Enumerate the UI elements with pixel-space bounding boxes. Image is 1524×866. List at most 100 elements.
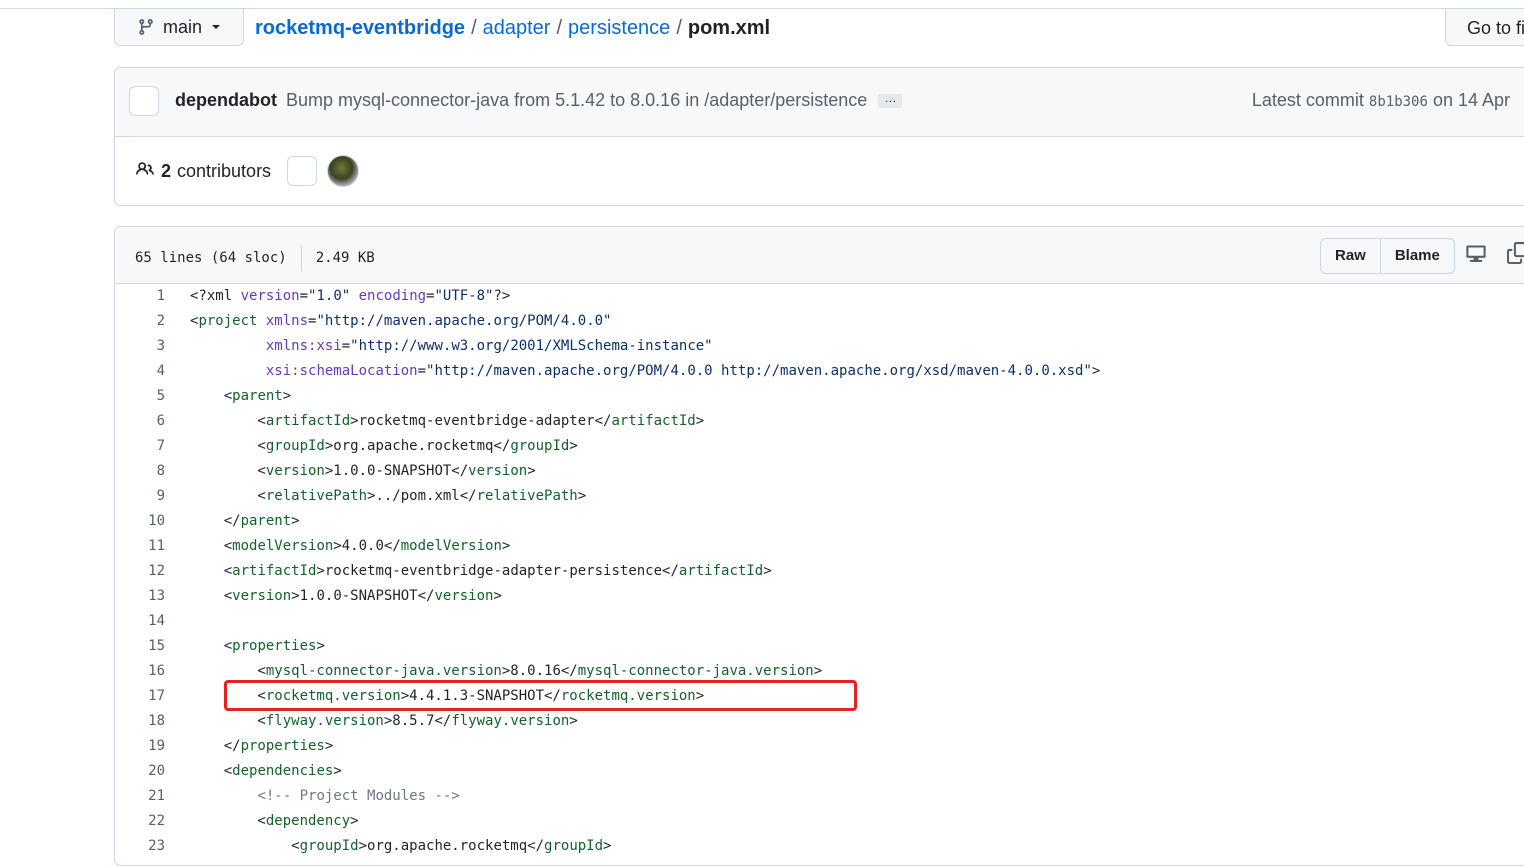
code-line: 12 <artifactId>rocketmq-eventbridge-adap…: [115, 559, 1524, 584]
line-number[interactable]: 5: [115, 384, 165, 409]
code-text: <groupId>org.apache.rocketmq</groupId>: [190, 838, 612, 854]
breadcrumb-separator: /: [676, 17, 682, 39]
code-text: </properties>: [190, 738, 334, 754]
code-text: xsi:schemaLocation="http://maven.apache.…: [257, 363, 1101, 379]
line-number[interactable]: 7: [115, 434, 165, 459]
contributor-avatar[interactable]: [287, 156, 317, 186]
latest-commit-label: Latest commit: [1251, 90, 1364, 110]
line-number[interactable]: 21: [115, 784, 165, 809]
code-line: 8 <version>1.0.0-SNAPSHOT</version>: [115, 459, 1524, 484]
code-text: <version>1.0.0-SNAPSHOT</version>: [190, 588, 502, 604]
contributors-count: 2: [161, 161, 172, 181]
line-number[interactable]: 12: [115, 559, 165, 584]
code-text: <dependencies>: [190, 763, 342, 779]
commit-box: dependabot Bump mysql-connector-java fro…: [114, 67, 1524, 206]
code-text: <artifactId>rocketmq-eventbridge-adapter…: [190, 563, 772, 579]
code-text: <flyway.version>8.5.7</flyway.version>: [190, 713, 578, 729]
line-number[interactable]: 2: [115, 309, 165, 334]
code-line: 14: [115, 609, 1524, 634]
contributors-link[interactable]: 2 contributors: [135, 160, 271, 183]
breadcrumb-separator: /: [556, 17, 563, 39]
code-line: 10 </parent>: [115, 509, 1524, 534]
line-number[interactable]: 16: [115, 659, 165, 684]
file-size: 2.49 KB: [315, 250, 375, 266]
latest-commit-info: Latest commit 8b1b306 on 14 Apr: [1252, 90, 1510, 111]
raw-button[interactable]: Raw: [1321, 239, 1380, 273]
code-text: <project xmlns="http://maven.apache.org/…: [190, 313, 612, 329]
code-line: 1 <?xml version="1.0" encoding="UTF-8"?>: [115, 284, 1524, 309]
display-icon[interactable]: [1465, 242, 1489, 266]
code-text: <artifactId>rocketmq-eventbridge-adapter…: [190, 413, 705, 429]
code-line: 9 <relativePath>../pom.xml</relativePath…: [115, 484, 1524, 509]
author-avatar[interactable]: [129, 86, 159, 116]
code-view: 1 <?xml version="1.0" encoding="UTF-8"?> 2…: [115, 284, 1524, 859]
commit-date: on 14 Apr: [1432, 90, 1510, 110]
code-line: 11 <modelVersion>4.0.0</modelVersion>: [115, 534, 1524, 559]
code-text: xmlns:xsi="http://www.w3.org/2001/XMLSch…: [257, 338, 713, 354]
code-line: 17 <rocketmq.version>4.4.1.3-SNAPSHOT</r…: [115, 684, 1524, 709]
code-text: </parent>: [190, 513, 300, 529]
code-text: <parent>: [190, 388, 292, 404]
code-text: <rocketmq.version>4.4.1.3-SNAPSHOT</rock…: [190, 688, 705, 704]
code-text: <modelVersion>4.0.0</modelVersion>: [190, 538, 511, 554]
code-line: 18 <flyway.version>8.5.7</flyway.version…: [115, 709, 1524, 734]
line-number[interactable]: 10: [115, 509, 165, 534]
code-line: 20 <dependencies>: [115, 759, 1524, 784]
commit-author-link[interactable]: dependabot: [175, 90, 277, 110]
code-text: <relativePath>../pom.xml</relativePath>: [190, 488, 587, 504]
code-text: <!-- Project Modules -->: [257, 788, 460, 804]
line-number[interactable]: 11: [115, 534, 165, 559]
code-line: 5 <parent>: [115, 384, 1524, 409]
line-number[interactable]: 20: [115, 759, 165, 784]
code-line: 13 <version>1.0.0-SNAPSHOT</version>: [115, 584, 1524, 609]
line-number[interactable]: 8: [115, 459, 165, 484]
file-header: 65 lines (64 sloc) 2.49 KB Raw Blame: [115, 227, 1524, 284]
breadcrumb: rocketmq-eventbridge / adapter / persistence…: [255, 15, 770, 41]
branch-select-button[interactable]: main: [114, 9, 244, 46]
branch-name: main: [163, 16, 203, 37]
line-number[interactable]: 9: [115, 484, 165, 509]
code-text: <?xml version="1.0" encoding="UTF-8"?>: [190, 288, 511, 304]
breadcrumb-current-file: pom.xml: [687, 17, 771, 39]
commit-sha-link[interactable]: 8b1b306: [1369, 94, 1428, 110]
code-line: 19 </properties>: [115, 734, 1524, 759]
file-actions: Raw Blame: [1320, 238, 1455, 274]
code-line: 22 <dependency>: [115, 809, 1524, 834]
copy-icon[interactable]: [1507, 242, 1524, 266]
chevron-down-icon: [210, 21, 222, 33]
line-number[interactable]: 18: [115, 709, 165, 734]
line-number[interactable]: 19: [115, 734, 165, 759]
people-icon: [135, 160, 155, 183]
line-number[interactable]: 15: [115, 634, 165, 659]
line-number[interactable]: 4: [115, 359, 165, 384]
code-text: <groupId>org.apache.rocketmq</groupId>: [190, 438, 578, 454]
contributor-avatar[interactable]: [327, 155, 359, 187]
code-line: 16 <mysql-connector-java.version>8.0.16<…: [115, 659, 1524, 684]
go-to-file-button[interactable]: Go to file: [1445, 9, 1524, 46]
line-number[interactable]: 23: [115, 834, 165, 859]
line-number[interactable]: 22: [115, 809, 165, 834]
code-line: 4 xsi:schemaLocation="http://maven.apach…: [115, 359, 1524, 384]
line-number[interactable]: 1: [115, 284, 165, 309]
code-text: <version>1.0.0-SNAPSHOT</version>: [190, 463, 536, 479]
code-line: 7 <groupId>org.apache.rocketmq</groupId>: [115, 434, 1524, 459]
commit-message-link[interactable]: Bump mysql-connector-java from 5.1.42 to…: [286, 90, 867, 110]
blame-button[interactable]: Blame: [1379, 239, 1454, 273]
file-lines-info: 65 lines (64 sloc): [135, 250, 287, 266]
line-number[interactable]: 6: [115, 409, 165, 434]
code-line: 15 <properties>: [115, 634, 1524, 659]
breadcrumb-persistence-link[interactable]: persistence: [568, 17, 670, 39]
line-number[interactable]: 17: [115, 684, 165, 709]
divider: [300, 245, 302, 271]
line-number[interactable]: 14: [115, 609, 165, 634]
code-text: <mysql-connector-java.version>8.0.16</my…: [190, 663, 823, 679]
code-text: <properties>: [190, 638, 325, 654]
code-line: 2 <project xmlns="http://maven.apache.org…: [115, 309, 1524, 334]
breadcrumb-adapter-link[interactable]: adapter: [483, 17, 551, 39]
line-number[interactable]: 3: [115, 334, 165, 359]
file-viewer: 65 lines (64 sloc) 2.49 KB Raw Blame 1 <?…: [114, 226, 1524, 866]
breadcrumb-repo-link[interactable]: rocketmq-eventbridge: [255, 17, 465, 39]
latest-commit-bar: dependabot Bump mysql-connector-java fro…: [115, 68, 1524, 137]
expand-commit-message-button[interactable]: …: [878, 92, 903, 109]
line-number[interactable]: 13: [115, 584, 165, 609]
